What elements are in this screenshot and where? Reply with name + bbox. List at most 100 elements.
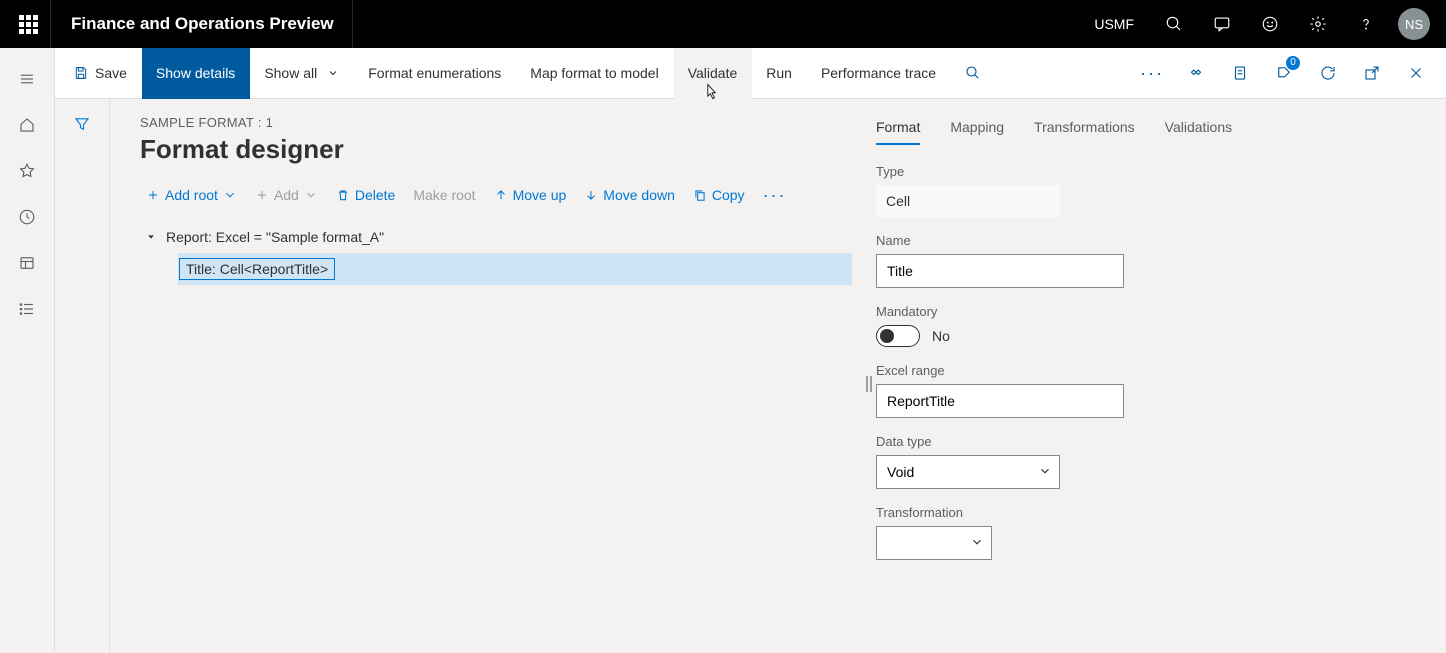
chevron-down-icon — [223, 188, 237, 202]
run-button[interactable]: Run — [752, 48, 807, 99]
cursor-icon — [702, 80, 722, 104]
show-all-button[interactable]: Show all — [250, 48, 354, 99]
workspace-icon — [18, 254, 36, 272]
home-icon — [18, 116, 36, 134]
popout-button[interactable] — [1350, 48, 1394, 99]
move-up-label: Move up — [513, 187, 567, 203]
page-title: Format designer — [140, 134, 852, 165]
app-launcher-button[interactable] — [6, 0, 50, 48]
move-up-button[interactable]: Move up — [488, 183, 573, 207]
excel-range-input[interactable] — [876, 384, 1124, 418]
filter-icon — [73, 115, 91, 133]
field-mandatory: Mandatory No — [876, 304, 1424, 347]
feedback-button[interactable] — [1248, 0, 1292, 48]
type-value: Cell — [876, 185, 1060, 217]
tab-validations[interactable]: Validations — [1165, 119, 1232, 145]
ellipsis-icon: ··· — [763, 185, 787, 205]
search-icon — [964, 64, 982, 82]
add-button[interactable]: Add — [249, 183, 324, 207]
notification-badge: 0 — [1286, 56, 1300, 70]
field-excel-range: Excel range — [876, 363, 1424, 418]
field-transformation: Transformation — [876, 505, 1424, 560]
field-data-type: Data type — [876, 434, 1424, 489]
nav-hamburger[interactable] — [0, 56, 55, 102]
map-format-to-model-button[interactable]: Map format to model — [516, 48, 673, 99]
validate-button[interactable]: Validate — [674, 48, 753, 99]
transformation-select[interactable] — [876, 526, 992, 560]
tree-root-node[interactable]: Report: Excel = "Sample format_A" — [144, 221, 852, 253]
page-icon — [1231, 64, 1249, 82]
arrow-down-icon — [584, 188, 598, 202]
waffle-icon — [19, 15, 38, 34]
make-root-label: Make root — [413, 187, 475, 203]
field-name: Name — [876, 233, 1424, 288]
notifications-button[interactable]: 0 — [1262, 48, 1306, 99]
copy-button[interactable]: Copy — [687, 183, 751, 207]
performance-trace-button[interactable]: Performance trace — [807, 48, 951, 99]
refresh-icon — [1319, 64, 1337, 82]
tab-mapping[interactable]: Mapping — [950, 119, 1004, 145]
mandatory-value: No — [932, 328, 950, 344]
show-details-button[interactable]: Show details — [142, 48, 250, 99]
excel-range-label: Excel range — [876, 363, 1424, 378]
plus-icon — [146, 188, 160, 202]
diamond-icon — [1187, 64, 1205, 82]
nav-workspaces[interactable] — [0, 240, 55, 286]
tree-toolbar: Add root Add Delete — [140, 183, 852, 207]
tree-child-label: Title: Cell<ReportTitle> — [179, 258, 335, 280]
pane-splitter[interactable] — [862, 115, 876, 653]
transformation-label: Transformation — [876, 505, 1424, 520]
star-icon — [18, 162, 36, 180]
hamburger-icon — [18, 70, 36, 88]
attachments-button[interactable] — [1218, 48, 1262, 99]
save-button[interactable]: Save — [55, 48, 142, 99]
tree-root-label: Report: Excel = "Sample format_A" — [164, 229, 384, 245]
refresh-button[interactable] — [1306, 48, 1350, 99]
name-label: Name — [876, 233, 1424, 248]
performance-trace-label: Performance trace — [821, 65, 936, 81]
legal-entity-label[interactable]: USMF — [1084, 16, 1144, 32]
trash-icon — [336, 188, 350, 202]
move-down-button[interactable]: Move down — [578, 183, 681, 207]
search-button[interactable] — [1152, 0, 1196, 48]
smile-icon — [1261, 15, 1279, 33]
format-enumerations-button[interactable]: Format enumerations — [354, 48, 516, 99]
caret-down-icon[interactable] — [144, 232, 158, 242]
name-input[interactable] — [876, 254, 1124, 288]
properties-tabs: Format Mapping Transformations Validatio… — [876, 115, 1424, 146]
toggle-knob — [880, 329, 894, 343]
data-type-select[interactable] — [876, 455, 1060, 489]
gear-icon — [1309, 15, 1327, 33]
close-button[interactable] — [1394, 48, 1438, 99]
office-integration-button[interactable] — [1174, 48, 1218, 99]
breadcrumb: SAMPLE FORMAT : 1 — [140, 115, 852, 130]
run-label: Run — [766, 65, 792, 81]
mandatory-toggle[interactable] — [876, 325, 920, 347]
topbar-right-group: USMF NS — [1084, 0, 1440, 48]
action-bar: Save Show details Show all Format enumer… — [55, 48, 1446, 99]
settings-button[interactable] — [1296, 0, 1340, 48]
filter-button[interactable] — [73, 115, 91, 653]
tab-transformations[interactable]: Transformations — [1034, 119, 1135, 145]
save-label: Save — [95, 65, 127, 81]
add-root-button[interactable]: Add root — [140, 183, 243, 207]
add-label: Add — [274, 187, 299, 203]
delete-button[interactable]: Delete — [330, 183, 401, 207]
messages-button[interactable] — [1200, 0, 1244, 48]
tab-format[interactable]: Format — [876, 119, 920, 145]
user-avatar[interactable]: NS — [1398, 8, 1430, 40]
chevron-down-icon — [304, 188, 318, 202]
show-details-label: Show details — [156, 65, 235, 81]
nav-home[interactable] — [0, 102, 55, 148]
tree-child-node-selected[interactable]: Title: Cell<ReportTitle> — [178, 253, 852, 285]
more-actions-button[interactable]: ··· — [1130, 48, 1174, 99]
move-down-label: Move down — [603, 187, 675, 203]
nav-favorites[interactable] — [0, 148, 55, 194]
actionbar-search-button[interactable] — [951, 48, 995, 99]
mandatory-label: Mandatory — [876, 304, 1424, 319]
tree-more-button[interactable]: ··· — [757, 185, 793, 206]
nav-recent[interactable] — [0, 194, 55, 240]
help-button[interactable] — [1344, 0, 1388, 48]
nav-modules[interactable] — [0, 286, 55, 332]
copy-label: Copy — [712, 187, 745, 203]
